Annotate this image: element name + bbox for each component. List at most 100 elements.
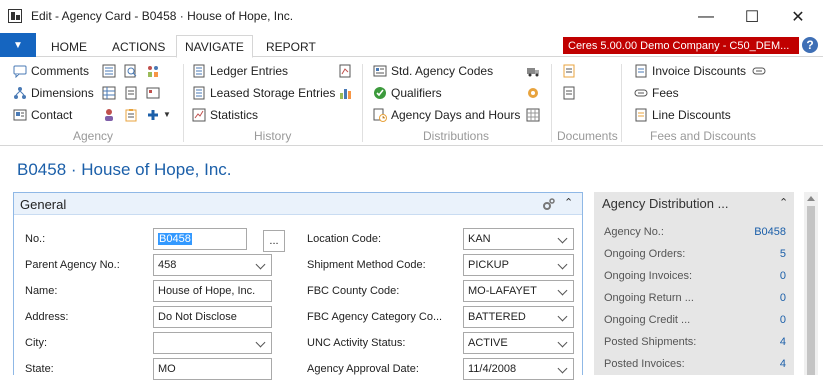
county-code-field[interactable]: MO-LAFAYET: [463, 280, 574, 302]
factbox-row: Ongoing Invoices: 0: [604, 268, 786, 290]
ledger-entries-button[interactable]: Ledger Entries: [192, 62, 288, 80]
list-icon[interactable]: [102, 64, 116, 78]
activity-status-field[interactable]: ACTIVE: [463, 332, 574, 354]
search-document-icon[interactable]: [124, 64, 138, 78]
factbox-row-value[interactable]: B0458: [754, 226, 786, 238]
field-label-shipment-method: Shipment Method Code:: [307, 259, 426, 271]
scroll-up-icon[interactable]: [807, 196, 815, 201]
truck-icon[interactable]: [526, 64, 540, 78]
factbox-title[interactable]: Agency Distribution ...: [602, 196, 728, 211]
divider: [183, 64, 184, 142]
field-label-state: State:: [25, 363, 54, 375]
factbox-row-value[interactable]: 4: [780, 336, 786, 348]
tab-actions[interactable]: ACTIONS: [104, 37, 173, 57]
field-label-agency-category: FBC Agency Category Co...: [307, 311, 443, 323]
add-dropdown-icon[interactable]: [146, 108, 160, 122]
chevron-down-icon[interactable]: ▼: [163, 110, 171, 119]
tab-home[interactable]: HOME: [43, 37, 95, 57]
group-label-fees: Fees and Discounts: [650, 129, 757, 143]
field-label-location-code: Location Code:: [307, 233, 381, 245]
comments-button[interactable]: Comments: [13, 62, 89, 80]
chevron-up-icon[interactable]: ⌃: [779, 196, 788, 209]
general-fasttab: General ⌃ No.: B0458 ... Parent Agency N…: [13, 192, 583, 380]
address-field[interactable]: Do Not Disclose: [153, 306, 272, 328]
app-icon: [8, 9, 22, 23]
location-code-field[interactable]: KAN: [463, 228, 574, 250]
clock-icon: [373, 108, 387, 122]
tab-report[interactable]: REPORT: [258, 37, 324, 57]
title-bar: Edit - Agency Card - B0458 · House of Ho…: [0, 0, 823, 33]
ledger-entries-label: Ledger Entries: [210, 64, 289, 78]
document-icon[interactable]: [562, 64, 576, 78]
general-header[interactable]: General ⌃: [14, 193, 582, 215]
parent-agency-field[interactable]: 458: [153, 254, 272, 276]
city-field[interactable]: [153, 332, 272, 354]
factbox-row-value[interactable]: 0: [780, 292, 786, 304]
company-badge[interactable]: Ceres 5.00.00 Demo Company - C50_DEM...: [563, 37, 799, 54]
fees-button[interactable]: Fees: [634, 84, 679, 102]
invoice-discounts-button[interactable]: Invoice Discounts: [634, 62, 746, 80]
help-icon[interactable]: ?: [802, 37, 818, 53]
name-field[interactable]: House of Hope, Inc.: [153, 280, 272, 302]
factbox-row-label: Posted Shipments:: [604, 336, 697, 348]
close-button[interactable]: ✕: [775, 0, 821, 33]
tag-icon[interactable]: [752, 64, 766, 78]
ledger-icon: [193, 64, 205, 78]
document-copy-icon[interactable]: [562, 86, 576, 100]
qualifiers-button[interactable]: Qualifiers: [373, 84, 442, 102]
bar-chart-icon[interactable]: [338, 86, 352, 100]
factbox-row-label: Ongoing Invoices:: [604, 270, 693, 282]
clipboard-icon[interactable]: [124, 108, 138, 122]
people-icon[interactable]: [146, 64, 160, 78]
lookup-button[interactable]: ...: [263, 230, 285, 252]
leased-storage-button[interactable]: Leased Storage Entries: [192, 84, 335, 102]
line-discounts-button[interactable]: Line Discounts: [634, 106, 731, 124]
general-title: General: [20, 197, 67, 212]
dimensions-button[interactable]: Dimensions: [13, 84, 94, 102]
contact-button[interactable]: Contact: [13, 106, 72, 124]
agency-category-field[interactable]: BATTERED: [463, 306, 574, 328]
scroll-thumb[interactable]: [807, 206, 815, 375]
shipment-method-field[interactable]: PICKUP: [463, 254, 574, 276]
days-hours-button[interactable]: Agency Days and Hours: [373, 106, 520, 124]
calendar-grid-icon[interactable]: [526, 108, 540, 122]
factbox-row-label: Ongoing Credit ...: [604, 314, 691, 326]
maximize-button[interactable]: ☐: [729, 0, 775, 33]
statistics-button[interactable]: Statistics: [192, 106, 258, 124]
std-agency-codes-button[interactable]: Std. Agency Codes: [373, 62, 493, 80]
field-label-address: Address:: [25, 311, 69, 323]
factbox-row-value[interactable]: 5: [780, 248, 786, 260]
customize-icon[interactable]: [542, 197, 556, 211]
no-field-value: B0458: [158, 233, 192, 245]
state-field[interactable]: MO: [153, 358, 272, 380]
no-field[interactable]: B0458: [153, 228, 247, 250]
chart-document-icon[interactable]: [338, 64, 352, 78]
note-icon[interactable]: [124, 86, 138, 100]
chevron-up-icon[interactable]: ⌃: [564, 196, 573, 209]
line-discounts-label: Line Discounts: [652, 108, 731, 122]
storage-icon: [193, 86, 205, 100]
divider: [551, 64, 552, 142]
group-label-agency: Agency: [73, 129, 114, 143]
file-menu-button[interactable]: ▼: [0, 33, 36, 57]
vertical-scrollbar[interactable]: [804, 192, 818, 375]
ribbon-tabs: ▼ HOME ACTIONS NAVIGATE REPORT Ceres 5.0…: [0, 33, 823, 58]
minimize-button[interactable]: —: [683, 0, 729, 33]
field-label-no: No.:: [25, 233, 46, 245]
statistics-label: Statistics: [210, 108, 259, 122]
window-title: Edit - Agency Card - B0458 · House of Ho…: [31, 9, 294, 23]
group-label-history: History: [254, 129, 292, 143]
factbox-row-value[interactable]: 0: [780, 314, 786, 326]
settings-icon[interactable]: [526, 86, 540, 100]
dimensions-label: Dimensions: [31, 86, 94, 100]
tab-navigate[interactable]: NAVIGATE: [176, 35, 253, 58]
person-icon[interactable]: [102, 108, 116, 122]
approval-date-field[interactable]: 11/4/2008: [463, 358, 574, 380]
field-label-county-code: FBC County Code:: [307, 285, 400, 297]
comments-label: Comments: [31, 64, 90, 78]
card-icon[interactable]: [146, 86, 160, 100]
factbox-row-label: Ongoing Return ...: [604, 292, 694, 304]
factbox-row-value[interactable]: 4: [780, 358, 786, 370]
factbox-row-value[interactable]: 0: [780, 270, 786, 282]
grid-icon[interactable]: [102, 86, 116, 100]
